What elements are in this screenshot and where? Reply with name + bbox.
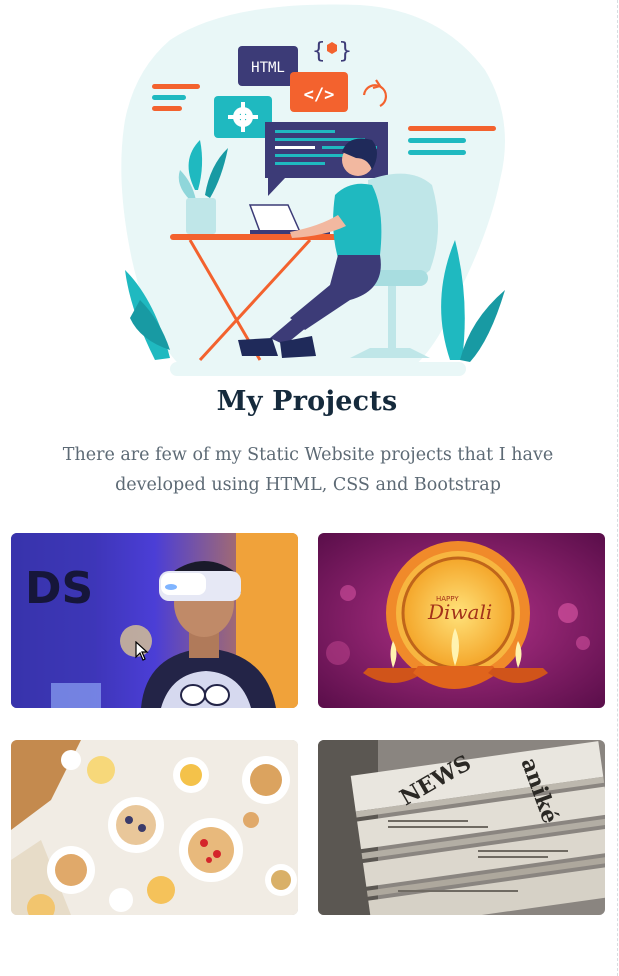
code-icon: </> <box>290 72 348 112</box>
diwali-lamp-image: HAPPY Diwali <box>318 533 605 708</box>
mouse-cursor-icon <box>135 641 149 661</box>
page-edge-divider <box>617 0 618 976</box>
subtitle-line-2: developed using HTML, CSS and Bootstrap <box>115 475 501 495</box>
project-card-newspaper[interactable]: NEWS aniké <box>318 740 605 915</box>
svg-text:Diwali: Diwali <box>427 600 492 624</box>
project-card-food[interactable] <box>11 740 298 915</box>
braces-icon: { } <box>312 39 352 64</box>
svg-text:HTML: HTML <box>251 60 285 76</box>
vr-headset-image: DS <box>11 533 298 708</box>
developer-illustration: HTML </> { } <box>110 0 510 380</box>
newspaper-stack-image: NEWS aniké <box>318 740 605 915</box>
svg-text:</>: </> <box>304 85 335 105</box>
food-table-image <box>11 740 298 915</box>
subtitle-line-1: There are few of my Static Website proje… <box>62 445 554 465</box>
project-card-vr[interactable]: DS <box>11 533 298 708</box>
project-card-diwali[interactable]: HAPPY Diwali <box>318 533 605 708</box>
section-subtitle: There are few of my Static Website proje… <box>58 440 558 500</box>
svg-text:DS: DS <box>25 563 93 614</box>
gear-icon <box>214 96 272 138</box>
html-tag-icon: HTML <box>238 46 298 86</box>
section-title: My Projects <box>216 386 398 417</box>
